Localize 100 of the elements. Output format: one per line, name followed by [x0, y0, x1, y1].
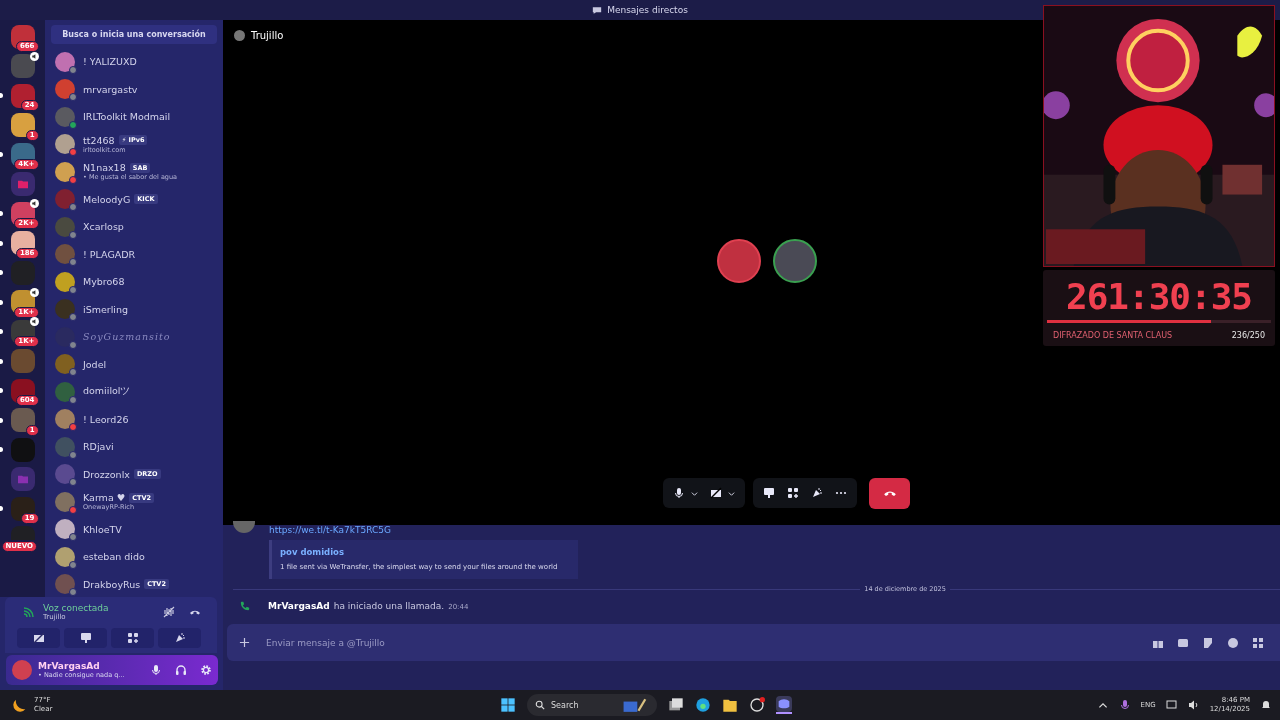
embed-title[interactable]: pov domidios	[280, 547, 570, 557]
user-avatar	[233, 521, 255, 533]
username: RDjavi	[83, 441, 114, 453]
microphone-icon[interactable]	[150, 664, 162, 676]
username: iSmerling	[83, 303, 128, 315]
input-placeholder: Enviar mensaje a @Trujillo	[266, 637, 386, 648]
user-avatar	[12, 660, 32, 680]
username: mrvargastv	[83, 83, 138, 95]
dm-item[interactable]: ! PLAGADR	[55, 240, 223, 268]
sticker-icon[interactable]	[1202, 636, 1214, 649]
username: tt2468	[83, 134, 115, 146]
message-text: ha iniciado una llamada.	[333, 601, 445, 611]
dm-item[interactable]: Xcarlosp	[55, 213, 223, 241]
screen-share-button[interactable]	[64, 628, 107, 648]
server-icon[interactable]	[10, 24, 35, 49]
discord-icon[interactable]	[776, 696, 792, 714]
username: SoyGuzmansito	[83, 331, 171, 343]
soundboard-button[interactable]	[158, 628, 201, 648]
server-icon[interactable]	[10, 113, 35, 137]
username: esteban dido	[83, 551, 145, 563]
volume-icon[interactable]	[1187, 699, 1200, 711]
server-icon[interactable]	[10, 408, 35, 432]
server-icon[interactable]	[10, 378, 35, 403]
server-icon[interactable]	[10, 231, 35, 255]
username: Xcarlosp	[83, 221, 124, 233]
username: N1nax18	[83, 162, 126, 174]
message-input[interactable]: Enviar mensaje a @Trujillo	[227, 624, 1280, 661]
activities-icon[interactable]	[787, 487, 799, 499]
username: Karma ♥	[83, 492, 126, 504]
dm-item[interactable]: esteban dido	[55, 543, 223, 571]
dm-item[interactable]: mrvargastv	[55, 75, 223, 103]
search-icon	[535, 700, 545, 710]
username: ! YALIZUXD	[83, 56, 137, 68]
noise-suppression-icon[interactable]	[163, 606, 175, 618]
search-field[interactable]: Busca o inicia una conversación	[51, 25, 217, 44]
username: MrVargasAd	[38, 661, 101, 671]
screen-share-icon[interactable]	[763, 487, 775, 499]
apps-icon[interactable]	[1252, 636, 1264, 649]
dm-item[interactable]: RDjavi	[55, 433, 223, 461]
username: Mybro68	[83, 276, 125, 288]
search-highlight-icon	[621, 697, 649, 713]
dm-item[interactable]: Mybro68	[55, 268, 223, 296]
add-icon[interactable]	[239, 637, 250, 648]
end-call-button[interactable]	[869, 477, 910, 509]
dm-item[interactable]: ! YALIZUXD	[55, 48, 223, 76]
headphones-icon[interactable]	[175, 664, 187, 676]
folder-icon[interactable]	[722, 697, 738, 713]
dm-item[interactable]: KhloeTV	[55, 515, 223, 543]
dm-item[interactable]: Jodel	[55, 350, 223, 378]
goal-label: DIFRAZADO DE SANTA CLAUS	[1053, 331, 1173, 340]
username: MeloodyG	[83, 193, 131, 205]
windows-start-icon[interactable]	[500, 697, 516, 713]
username: ! Leord26	[83, 413, 129, 425]
server-icon[interactable]	[10, 142, 35, 167]
countdown-timer: 261:30:35	[1064, 276, 1254, 318]
message-author[interactable]: MrVargasAd	[268, 601, 330, 611]
dm-item[interactable]: ! Leord26	[55, 405, 223, 433]
caret-icon[interactable]	[691, 489, 698, 497]
call-title: Trujillo	[251, 29, 284, 41]
soundboard-icon[interactable]	[811, 487, 823, 499]
notification-bell-icon[interactable]	[1260, 699, 1272, 711]
camera-button[interactable]	[17, 628, 60, 648]
activities-button[interactable]	[111, 628, 154, 648]
moon-icon	[12, 697, 28, 713]
username: domiilolツ	[83, 385, 131, 399]
camera-off-icon[interactable]	[710, 487, 722, 499]
server-folder[interactable]	[10, 172, 35, 196]
caret-icon[interactable]	[728, 489, 735, 497]
window-title: Mensajes directos	[607, 5, 688, 15]
screen-share-icon	[79, 632, 92, 644]
username: ! PLAGADR	[83, 248, 136, 260]
server-icon[interactable]	[10, 54, 35, 78]
dm-item[interactable]: IRLToolkit Modmail	[55, 103, 223, 131]
username: DrakboyRus	[83, 578, 141, 590]
activities-icon	[126, 632, 139, 644]
soundboard-icon	[173, 632, 186, 644]
microphone-icon[interactable]	[673, 487, 685, 499]
username: Drozzonlx	[83, 468, 130, 480]
dm-item[interactable]: SoyGuzmansito	[55, 323, 223, 351]
server-folder[interactable]	[10, 467, 35, 491]
username: Jodel	[83, 358, 107, 370]
phone-icon	[240, 601, 250, 611]
username: KhloeTV	[83, 523, 122, 535]
browser-icon[interactable]	[695, 697, 711, 713]
settings-icon[interactable]	[200, 664, 212, 676]
server-icon[interactable]	[10, 496, 35, 521]
task-view-icon[interactable]	[668, 697, 684, 713]
goal-count: 236/250	[1231, 331, 1265, 340]
username: IRLToolkit Modmail	[83, 111, 171, 123]
user-icon	[234, 29, 245, 41]
signal-icon	[23, 606, 35, 618]
taskbar-search[interactable]: Search	[527, 694, 657, 716]
server-icon[interactable]	[10, 83, 35, 108]
message-link[interactable]: https://we.tl/t-Ka7kT5RC5G	[269, 525, 578, 535]
dm-item[interactable]: domiilolツ	[55, 378, 223, 406]
dm-item[interactable]: iSmerling	[55, 295, 223, 323]
voice-status: Voz conectada	[43, 603, 110, 613]
chat-icon	[592, 5, 603, 15]
app-icon[interactable]	[749, 697, 765, 713]
camera-off-icon	[32, 632, 45, 644]
